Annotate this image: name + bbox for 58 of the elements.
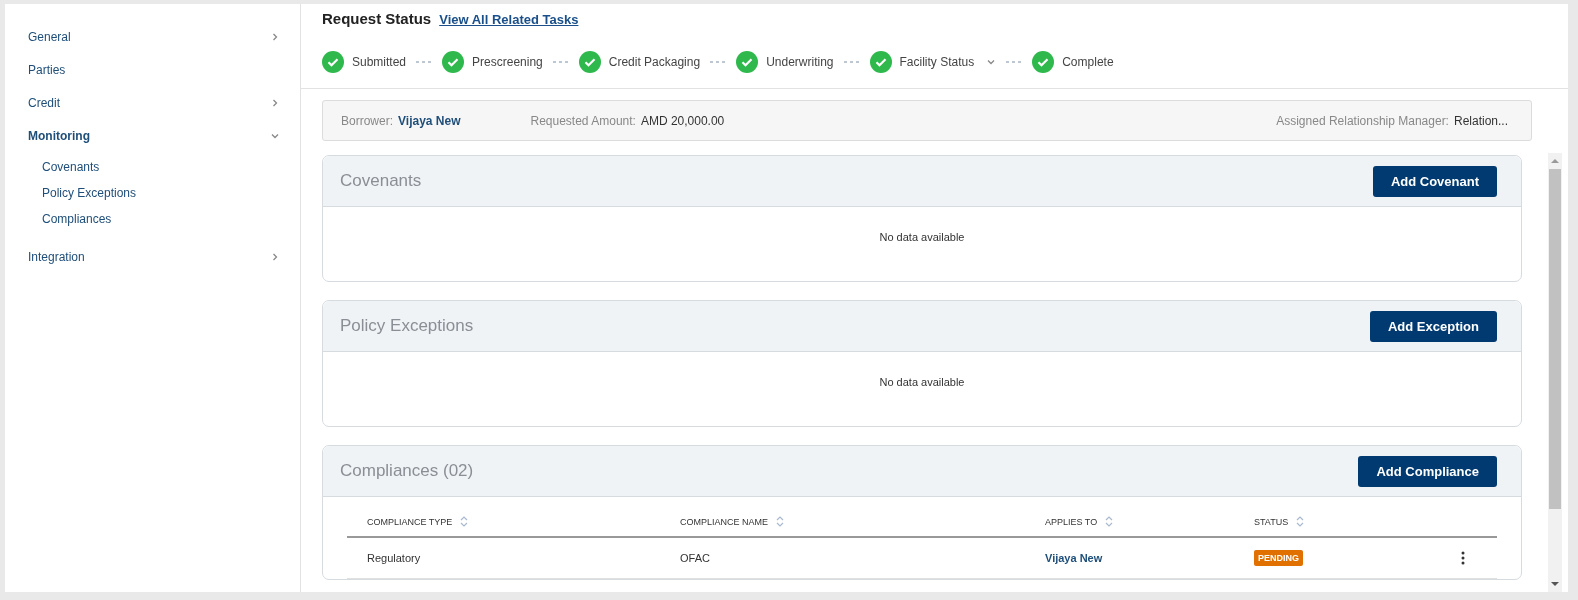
related-tasks-link[interactable]: View All Related Tasks bbox=[439, 12, 579, 27]
summary-label: Requested Amount: bbox=[530, 113, 636, 128]
sort-icon[interactable] bbox=[1296, 516, 1305, 527]
sidebar-subitem[interactable]: Compliances bbox=[5, 206, 300, 232]
check-circle-icon bbox=[322, 51, 344, 73]
table-cell-text: OFAC bbox=[680, 552, 711, 564]
column-header[interactable]: STATUS bbox=[1254, 516, 1289, 527]
add-button[interactable]: Add Covenant bbox=[1372, 165, 1497, 197]
step-label: Prescreening bbox=[472, 55, 543, 69]
scrollbar[interactable] bbox=[1548, 153, 1562, 592]
check-circle-icon bbox=[1032, 51, 1055, 73]
sort-icon[interactable] bbox=[1105, 516, 1114, 527]
add-button[interactable]: Add Compliance bbox=[1358, 455, 1497, 487]
section-title: Compliances (02) bbox=[340, 461, 474, 481]
status-badge: PENDING bbox=[1254, 550, 1303, 566]
sort-icon[interactable] bbox=[460, 516, 469, 527]
table-cell-text: Regulatory bbox=[367, 552, 422, 564]
sidebar-item[interactable]: Credit bbox=[5, 86, 300, 119]
section-title: Covenants bbox=[340, 171, 422, 191]
step-connector bbox=[416, 61, 433, 63]
summary-value: Relation... bbox=[1453, 113, 1508, 128]
page-title: Request Status bbox=[322, 10, 432, 27]
step-connector bbox=[710, 61, 727, 63]
chevron-icon bbox=[270, 97, 280, 108]
summary-label: Borrower: bbox=[341, 113, 393, 128]
step-label: Submitted bbox=[352, 55, 407, 69]
step-connector bbox=[843, 61, 860, 63]
empty-message: No data available bbox=[879, 231, 965, 243]
section-title: Policy Exceptions bbox=[340, 316, 474, 336]
check-circle-icon bbox=[578, 51, 601, 73]
chevron-icon bbox=[986, 57, 997, 67]
sidebar-item[interactable]: Parties bbox=[5, 53, 300, 86]
step-label: Complete bbox=[1062, 55, 1114, 69]
sidebar-item[interactable]: General bbox=[5, 20, 300, 53]
sidebar-item[interactable]: Integration bbox=[5, 240, 300, 273]
step-label: Credit Packaging bbox=[608, 55, 701, 69]
check-circle-icon bbox=[442, 51, 465, 73]
add-button[interactable]: Add Exception bbox=[1370, 310, 1497, 342]
applies-to-link[interactable]: Vijaya New bbox=[1045, 552, 1254, 564]
chevron-icon bbox=[270, 31, 280, 42]
empty-message: No data available bbox=[879, 376, 965, 388]
sidebar-subitem[interactable]: Covenants bbox=[5, 154, 300, 180]
summary-value[interactable]: Vijaya New bbox=[398, 113, 461, 128]
sidebar-item[interactable]: Monitoring bbox=[5, 119, 300, 152]
sort-icon[interactable] bbox=[776, 516, 784, 527]
column-header[interactable]: APPLIES TO bbox=[1045, 516, 1098, 527]
sidebar-subitem[interactable]: Policy Exceptions bbox=[5, 180, 300, 206]
summary-label: Assigned Relationship Manager: bbox=[1276, 113, 1449, 128]
step-connector bbox=[1006, 61, 1023, 63]
step-label: Facility Status bbox=[899, 55, 975, 69]
column-header[interactable]: COMPLIANCE NAME bbox=[680, 516, 768, 527]
summary-value: AMD 20,000.00 bbox=[640, 113, 725, 128]
check-circle-icon bbox=[869, 51, 892, 73]
check-circle-icon bbox=[736, 51, 759, 73]
chevron-icon bbox=[270, 251, 280, 262]
column-header[interactable]: COMPLIANCE TYPE bbox=[367, 516, 453, 527]
step-label: Underwriting bbox=[766, 55, 834, 69]
step-connector bbox=[552, 61, 569, 63]
